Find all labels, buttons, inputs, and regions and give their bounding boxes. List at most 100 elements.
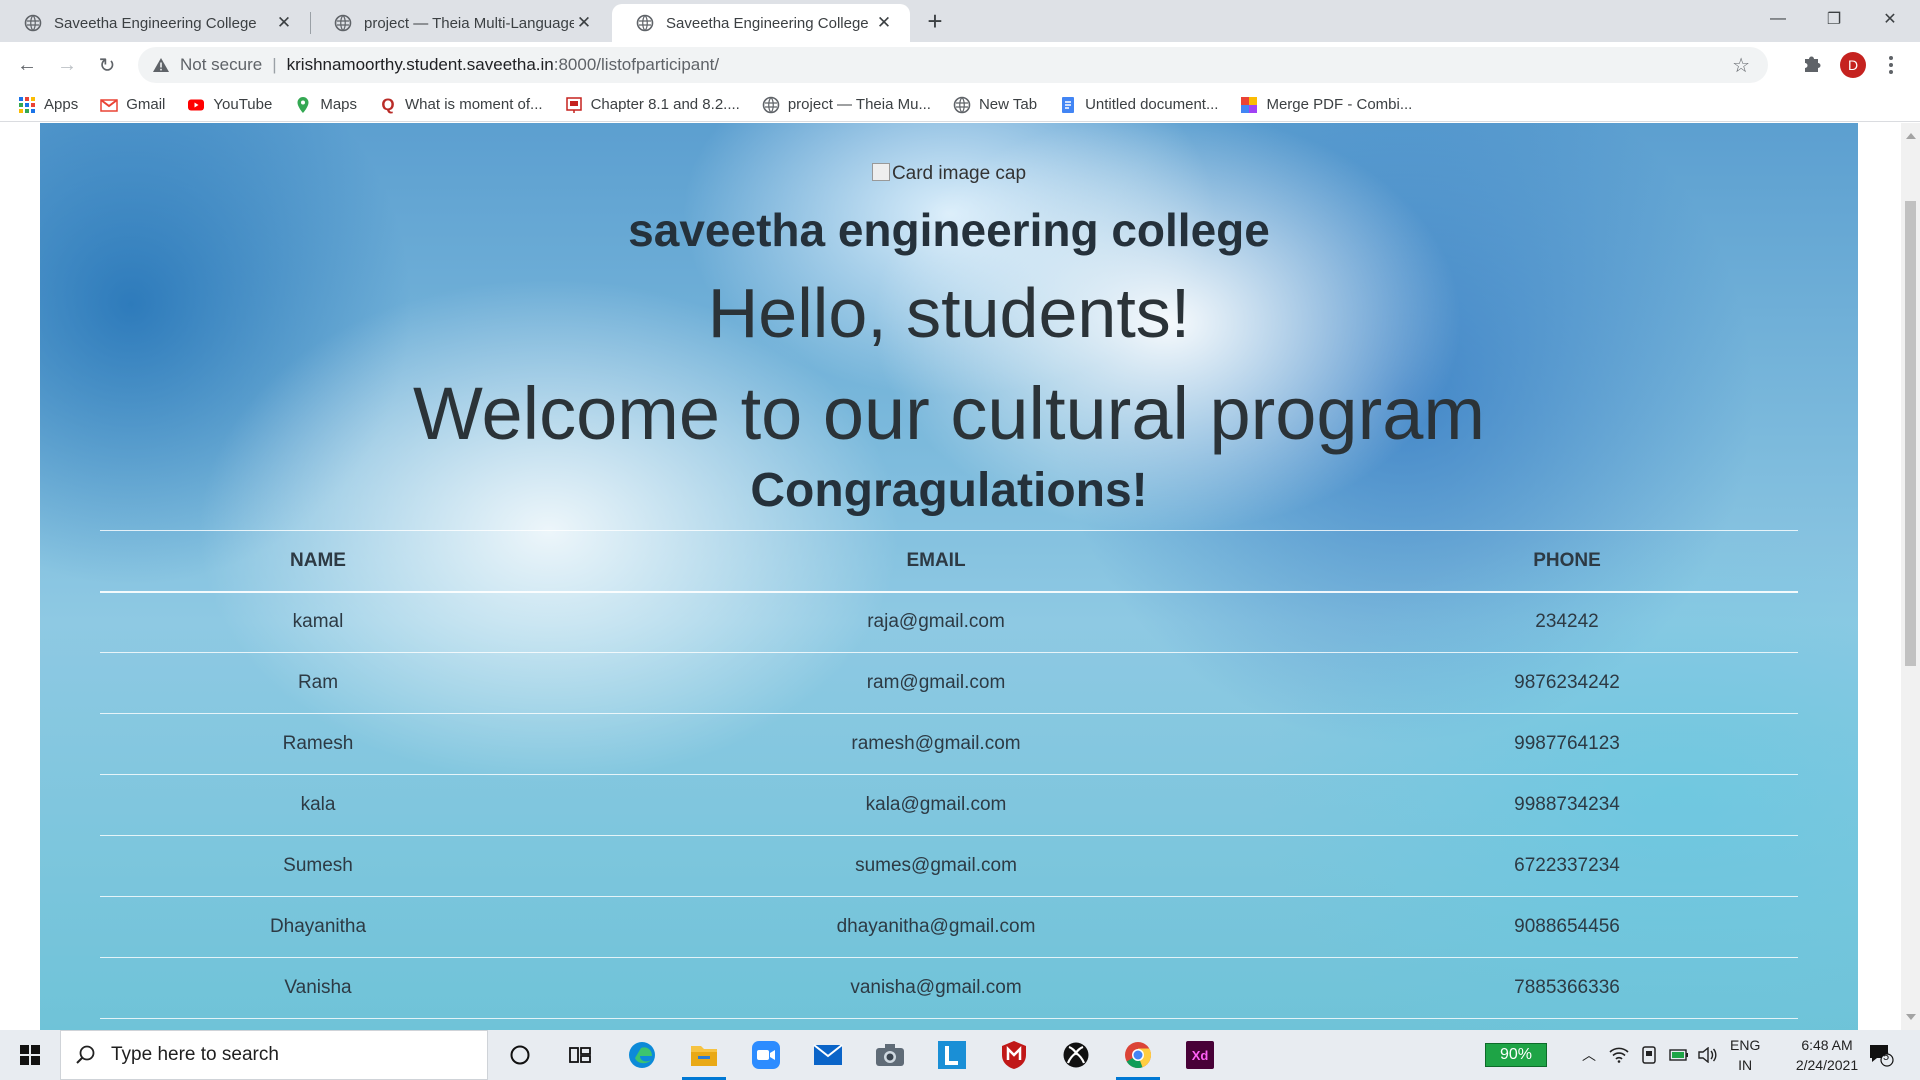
broken-image-icon bbox=[871, 163, 890, 181]
windows-logo-icon bbox=[20, 1045, 40, 1065]
task-view-button[interactable] bbox=[552, 1035, 608, 1075]
chrome-icon bbox=[1125, 1042, 1152, 1069]
bookmark-new-tab[interactable]: New Tab bbox=[953, 96, 1037, 114]
close-icon[interactable]: ✕ bbox=[274, 13, 294, 33]
forward-button[interactable]: → bbox=[52, 50, 82, 80]
taskbar-app-file-explorer[interactable] bbox=[676, 1035, 732, 1080]
extensions-puzzle-icon[interactable] bbox=[1801, 51, 1825, 75]
college-title: saveetha engineering college bbox=[628, 204, 1270, 256]
back-button[interactable]: ← bbox=[12, 50, 42, 80]
close-window-button[interactable]: ✕ bbox=[1862, 0, 1918, 38]
taskbar-app-xbox[interactable] bbox=[1048, 1035, 1104, 1075]
device-icon[interactable] bbox=[1638, 1044, 1660, 1066]
globe-icon bbox=[636, 14, 654, 32]
table-row: kala kala@gmail.com 9988734234 bbox=[100, 774, 1798, 836]
cell-email: sumes@gmail.com bbox=[536, 835, 1336, 897]
lang-code: ENG bbox=[1730, 1037, 1761, 1053]
new-tab-button[interactable]: + bbox=[920, 6, 950, 36]
bookmark-untitled-doc[interactable]: Untitled document... bbox=[1059, 96, 1218, 114]
greeting-heading: Hello, students! bbox=[707, 274, 1191, 352]
taskbar-search[interactable]: Type here to search bbox=[60, 1030, 488, 1080]
address-bar[interactable]: Not secure | krishnamoorthy.student.save… bbox=[138, 47, 1768, 83]
bookmark-merge-pdf[interactable]: Merge PDF - Combi... bbox=[1240, 96, 1412, 114]
table-row: kamal raja@gmail.com 234242 bbox=[100, 591, 1798, 653]
globe-icon bbox=[762, 96, 780, 113]
card-image-broken: Card image cap bbox=[40, 163, 1858, 185]
cell-name: Vanisha bbox=[100, 957, 536, 1019]
bookmark-youtube[interactable]: YouTube bbox=[187, 96, 272, 114]
tab-3-active[interactable]: Saveetha Engineering College ✕ bbox=[612, 4, 910, 42]
bookmark-label: New Tab bbox=[978, 96, 1038, 113]
taskbar-app-zoom[interactable] bbox=[738, 1035, 794, 1075]
security-label: Not secure bbox=[180, 55, 263, 74]
taskbar-app-chrome[interactable] bbox=[1110, 1035, 1166, 1080]
camera-icon bbox=[876, 1044, 904, 1066]
close-icon[interactable]: ✕ bbox=[874, 13, 894, 33]
battery-charging-icon[interactable] bbox=[1668, 1044, 1690, 1066]
close-icon[interactable]: ✕ bbox=[574, 13, 594, 33]
battery-indicator[interactable]: 90% bbox=[1485, 1043, 1547, 1067]
scrollbar-thumb[interactable] bbox=[1905, 201, 1916, 666]
bookmark-apps[interactable]: Apps bbox=[18, 96, 78, 114]
taskbar-app-edge[interactable] bbox=[614, 1035, 670, 1075]
folder-icon bbox=[691, 1046, 717, 1066]
cell-phone: 9088654456 bbox=[1336, 896, 1798, 958]
input-language[interactable]: ENG IN bbox=[1730, 1035, 1760, 1075]
bookmark-chapter[interactable]: Chapter 8.1 and 8.2.... bbox=[565, 96, 740, 114]
scroll-up-arrow-icon[interactable] bbox=[1906, 133, 1916, 139]
cell-phone: 7885366336 bbox=[1336, 957, 1798, 1019]
bookmark-project[interactable]: project — Theia Mu... bbox=[762, 96, 931, 114]
maximize-button[interactable]: ❐ bbox=[1806, 0, 1862, 38]
mail-envelope-icon bbox=[813, 1044, 843, 1065]
warning-icon bbox=[153, 58, 169, 72]
minimize-button[interactable]: — bbox=[1750, 0, 1806, 38]
tab-2[interactable]: project — Theia Multi-Language ✕ bbox=[310, 4, 610, 42]
action-center-button[interactable]: 5 bbox=[1868, 1043, 1894, 1067]
bookmark-maps[interactable]: Maps bbox=[294, 96, 357, 114]
taskbar-app-mcafee[interactable] bbox=[986, 1035, 1042, 1075]
tab-title: Saveetha Engineering College bbox=[54, 14, 257, 32]
tab-title: Saveetha Engineering College bbox=[666, 14, 869, 32]
start-button[interactable] bbox=[0, 1030, 60, 1080]
bookmark-gmail[interactable]: Gmail bbox=[100, 96, 165, 114]
bookmark-star-icon[interactable]: ☆ bbox=[1732, 53, 1750, 78]
youtube-icon bbox=[188, 99, 205, 110]
taskbar-app-l[interactable] bbox=[924, 1035, 980, 1075]
cell-name: Sumesh bbox=[100, 835, 536, 897]
taskbar-app-mail[interactable] bbox=[800, 1035, 856, 1075]
reload-button[interactable]: ↻ bbox=[92, 50, 122, 80]
table-row: Sumesh sumes@gmail.com 6722337234 bbox=[100, 835, 1798, 897]
menu-dots-icon[interactable] bbox=[1886, 52, 1896, 78]
congrats-heading: Congragulations! bbox=[750, 464, 1148, 517]
table-row: Vanisha vanisha@gmail.com 7885366336 bbox=[100, 957, 1798, 1019]
profile-avatar[interactable]: D bbox=[1840, 52, 1866, 78]
volume-icon[interactable] bbox=[1696, 1044, 1718, 1066]
tab-title: project — Theia Multi-Language bbox=[364, 14, 574, 32]
cell-name: Ram bbox=[100, 652, 536, 714]
wifi-icon[interactable] bbox=[1608, 1044, 1630, 1066]
tab-strip: Saveetha Engineering College ✕ project —… bbox=[0, 0, 1920, 42]
cell-name: kamal bbox=[100, 591, 536, 653]
page-scrollbar[interactable] bbox=[1901, 123, 1920, 1030]
bookmark-label: Maps bbox=[320, 96, 358, 113]
search-placeholder: Type here to search bbox=[111, 1044, 279, 1065]
clock-time: 6:48 AM bbox=[1801, 1037, 1853, 1053]
cortana-button[interactable] bbox=[492, 1035, 548, 1075]
taskbar-app-camera[interactable] bbox=[862, 1035, 918, 1075]
scroll-down-arrow-icon[interactable] bbox=[1906, 1014, 1916, 1020]
image-alt-text: Card image cap bbox=[891, 163, 1027, 184]
zoom-video-icon bbox=[752, 1041, 780, 1069]
cell-email: dhayanitha@gmail.com bbox=[536, 896, 1336, 958]
task-view-icon bbox=[569, 1047, 591, 1063]
cell-email: vanisha@gmail.com bbox=[536, 957, 1336, 1019]
table-row: Dhayanitha dhayanitha@gmail.com 90886544… bbox=[100, 896, 1798, 958]
taskbar-app-adobe-xd[interactable]: Xd bbox=[1172, 1035, 1228, 1075]
system-clock[interactable]: 6:48 AM 2/24/2021 bbox=[1772, 1035, 1882, 1075]
participant-card: Card image cap saveetha engineering coll… bbox=[40, 123, 1858, 1030]
tab-1[interactable]: Saveetha Engineering College ✕ bbox=[0, 4, 310, 42]
bookmark-label: Apps bbox=[44, 96, 79, 113]
table-row: Ramesh ramesh@gmail.com 9987764123 bbox=[100, 713, 1798, 775]
chevron-up-icon[interactable]: ︿ bbox=[1578, 1044, 1600, 1066]
bookmark-quora[interactable]: Q What is moment of... bbox=[379, 95, 542, 114]
svg-text:Xd: Xd bbox=[1192, 1048, 1209, 1063]
